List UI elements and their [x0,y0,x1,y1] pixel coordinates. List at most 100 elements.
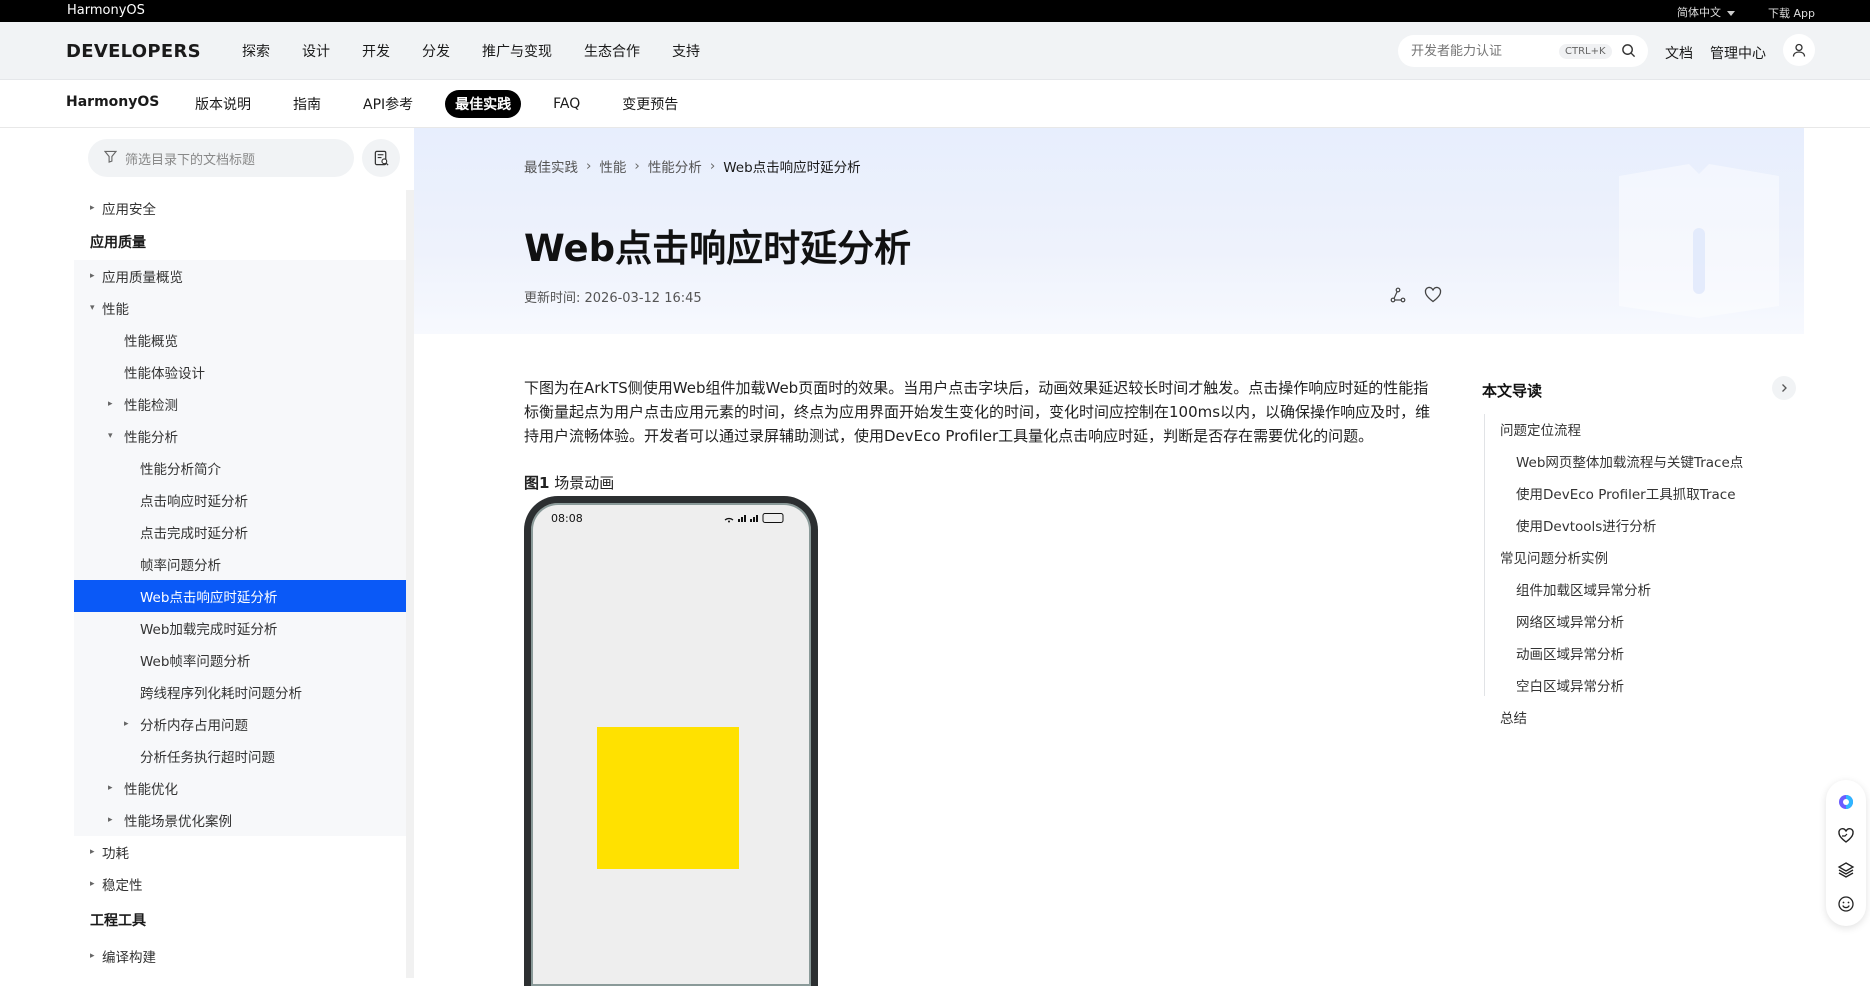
toc-item[interactable]: 使用DevEco Profiler工具抓取Trace [1516,483,1736,503]
tree-group-tools[interactable]: 工程工具 [74,904,406,936]
filter-input[interactable]: 筛选目录下的文档标题 [88,139,354,177]
tree-item-power[interactable]: ▸ 功耗 [74,836,406,868]
updated-time: 更新时间: 2026-03-12 16:45 [524,291,702,306]
breadcrumb-current: Web点击响应时延分析 [723,160,861,176]
download-app-link[interactable]: 下载 App [1768,5,1815,21]
tree-item-stability[interactable]: ▸ 稳定性 [74,868,406,900]
tree-item-perf-cases[interactable]: ▸ 性能场景优化案例 [74,804,406,836]
figure-label: 图1 [524,474,550,492]
figure-caption: 图1 场景动画 [524,472,614,493]
tree-item-perf-design[interactable]: 性能体验设计 [74,356,406,388]
tree-item-frame-rate[interactable]: 帧率问题分析 [74,548,406,580]
main-nav: 探索 设计 开发 分发 推广与变现 生态合作 支持 [242,22,732,80]
phone-mockup-image: 08:08 [524,496,818,986]
sidebar: 筛选目录下的文档标题 ▸ 应用安全 应用质量 ▸ 应用质量概览 ▾ 性能 性能概览 性… [74,128,406,978]
animated-square[interactable] [597,727,739,869]
chevron-right-icon: › [586,158,592,174]
doc-search-icon [374,150,389,166]
toc-item[interactable]: 使用Devtools进行分析 [1516,515,1656,535]
chevron-down-icon [1727,10,1735,16]
subnav-change-notice[interactable]: 变更预告 [612,90,688,118]
breadcrumb-performance[interactable]: 性能 [599,156,626,176]
book-decoration-icon [1619,164,1779,318]
tree-item-web-load-complete[interactable]: Web加载完成时延分析 [74,612,406,644]
language-label: 简体中文 [1677,6,1721,19]
toc-item[interactable]: 常见问题分析实例 [1500,547,1608,567]
subnav-faq[interactable]: FAQ [543,92,590,116]
tree-item-perf-overview[interactable]: 性能概览 [74,324,406,356]
nav-support[interactable]: 支持 [672,41,700,61]
tree-item-perf-optimization[interactable]: ▸ 性能优化 [74,772,406,804]
nav-promote[interactable]: 推广与变现 [482,41,552,61]
subnav-api-ref[interactable]: API参考 [353,90,423,118]
nav-ecosystem[interactable]: 生态合作 [584,41,640,61]
tree-item-click-complete[interactable]: 点击完成时延分析 [74,516,406,548]
figure-caption-text: 场景动画 [554,474,615,492]
tree-item-build[interactable]: ▸ 编译构建 [74,940,406,972]
tree-item-quality-overview[interactable]: ▸ 应用质量概览 [74,260,406,292]
toc-item[interactable]: 动画区域异常分析 [1516,643,1624,663]
tree-item-memory[interactable]: ▸ 分析内存占用问题 [74,708,406,740]
tree-item-performance[interactable]: ▾ 性能 [74,292,406,324]
chevron-right-icon [1782,384,1787,392]
filter-placeholder: 筛选目录下的文档标题 [125,152,256,168]
nav-develop[interactable]: 开发 [362,41,390,61]
tree-item-analysis-intro[interactable]: 性能分析简介 [74,452,406,484]
sidebar-scrollbar[interactable] [406,190,414,978]
floating-toolbar [1826,780,1866,926]
subnav-guide[interactable]: 指南 [283,90,331,118]
breadcrumb-best-practices[interactable]: 最佳实践 [524,156,578,176]
admin-center-link[interactable]: 管理中心 [1710,43,1766,63]
toc-collapse-button[interactable] [1772,376,1796,400]
tree-item-task-timeout[interactable]: 分析任务执行超时问题 [74,740,406,772]
filter-icon [103,150,118,167]
toc-heading: 本文导读 [1482,382,1543,400]
search-box: CTRL+K [1398,35,1648,67]
subnav-best-practices[interactable]: 最佳实践 [445,90,522,118]
nav-distribute[interactable]: 分发 [422,41,450,61]
tree-item-perf-detection[interactable]: ▸ 性能检测 [74,388,406,420]
docs-link[interactable]: 文档 [1665,43,1693,63]
tree-group-app-quality[interactable]: 应用质量 [74,226,406,258]
harmonyos-home-link[interactable]: HarmonyOS [66,94,159,110]
tree-item-cross-thread[interactable]: 跨线程序列化耗时问题分析 [74,676,406,708]
nav-design[interactable]: 设计 [302,41,330,61]
toc-item[interactable]: 问题定位流程 [1500,419,1581,439]
toc-item[interactable]: Web网页整体加载流程与关键Trace点 [1516,451,1743,471]
tree-item-app-security[interactable]: ▸ 应用安全 [74,192,406,224]
layers-icon[interactable] [1836,860,1856,880]
page-title: Web点击响应时延分析 [524,227,912,270]
article-hero: 最佳实践 › 性能 › 性能分析 › Web点击响应时延分析 Web点击响应时延… [414,128,1804,334]
feedback-heart-icon[interactable] [1836,826,1856,846]
tree-item-web-frame-rate[interactable]: Web帧率问题分析 [74,644,406,676]
phone-status-icons [721,512,791,527]
search-input[interactable] [1411,43,1551,59]
share-icon[interactable] [1389,286,1407,308]
breadcrumb: 最佳实践 › 性能 › 性能分析 › Web点击响应时延分析 [524,156,861,176]
search-shortcut-badge: CTRL+K [1559,43,1612,59]
subnav-release-notes[interactable]: 版本说明 [185,90,261,118]
harmonyos-brand[interactable]: HarmonyOS [67,3,145,18]
nav-explore[interactable]: 探索 [242,41,270,61]
tree-item-web-click-response[interactable]: Web点击响应时延分析 [74,580,406,612]
toc-item[interactable]: 总结 [1500,707,1527,727]
chevron-right-icon: › [709,158,716,174]
developers-logo[interactable]: DEVELOPERS [66,41,201,62]
chevron-right-icon: › [634,158,640,174]
toc-item[interactable]: 组件加载区域异常分析 [1516,579,1651,599]
user-icon[interactable] [1783,34,1815,66]
tree-item-click-response[interactable]: 点击响应时延分析 [74,484,406,516]
breadcrumb-perf-analysis[interactable]: 性能分析 [648,156,702,176]
search-icon[interactable] [1621,43,1636,62]
doc-list-button[interactable] [362,139,400,177]
ai-assistant-icon[interactable] [1836,792,1856,812]
tree-item-perf-analysis[interactable]: ▾ 性能分析 [74,420,406,452]
smile-feedback-icon[interactable] [1836,894,1856,914]
toc-rail [1484,414,1485,696]
toc-item[interactable]: 网络区域异常分析 [1516,611,1624,631]
language-selector[interactable]: 简体中文 [1677,4,1735,20]
favorite-icon[interactable] [1424,286,1442,308]
wifi-signal-battery-icon [724,513,784,523]
toc-item[interactable]: 空白区域异常分析 [1516,675,1624,695]
article-paragraph: 下图为在ArkTS侧使用Web组件加载Web页面时的效果。当用户点击字块后，动画… [524,379,1431,445]
